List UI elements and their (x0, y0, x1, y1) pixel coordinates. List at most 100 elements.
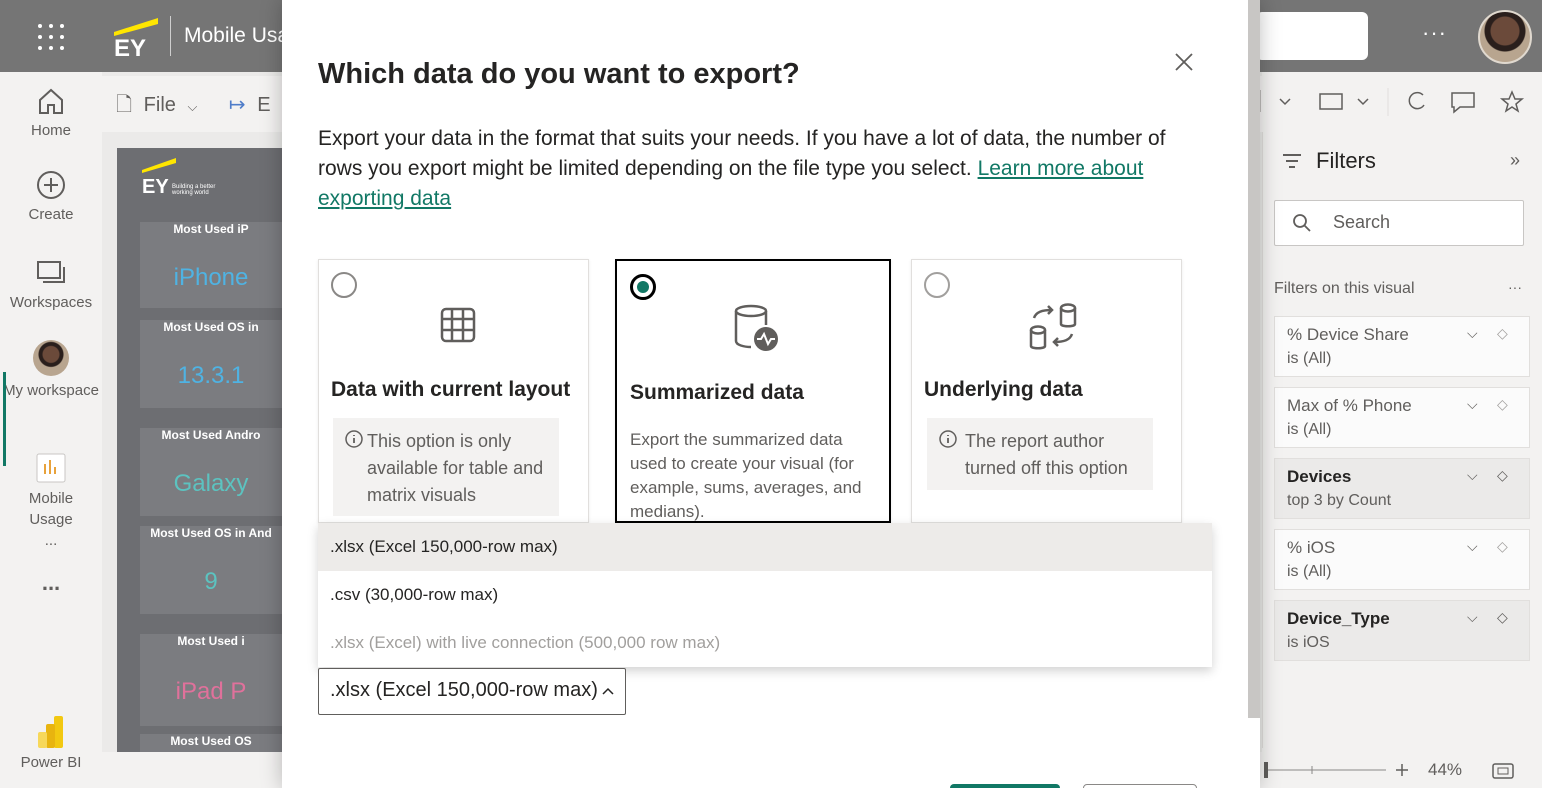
chevron-down-icon[interactable]: ⌵ (1467, 609, 1478, 626)
kpi-card-value: Galaxy (173, 470, 249, 497)
info-icon (939, 430, 957, 448)
kpi-card-title: Most Used iP (173, 222, 249, 236)
kpi-card-title: Most Used OS in And (150, 526, 272, 540)
export-menu-label[interactable]: E (257, 94, 270, 116)
filter-name: Max of % Phone (1287, 396, 1412, 415)
filter-icon (1283, 154, 1301, 168)
filter-value: is (All) (1287, 563, 1332, 580)
cancel-button[interactable] (1083, 784, 1197, 788)
kpi-card-value: iPad P (175, 678, 247, 705)
filter-card[interactable]: % iOS is (All) ⌵ ◇ (1274, 529, 1530, 590)
option-note: The report author turned off this option (927, 418, 1153, 490)
nav-create[interactable]: Create (0, 170, 102, 223)
format-option-xlsx[interactable]: .xlsx (Excel 150,000-row max) (318, 523, 1212, 571)
nav-mobile-usage[interactable]: Mobile Usage ... (0, 452, 102, 551)
nav-home[interactable]: Home (0, 86, 102, 139)
database-activity-icon (734, 304, 778, 351)
kpi-card[interactable]: Most Used OS in And 9 (140, 526, 282, 614)
dialog-scrollbar[interactable] (1248, 0, 1260, 718)
radio-underlying (924, 272, 950, 298)
option-current-layout[interactable]: Data with current layout This option is … (318, 259, 589, 523)
filter-card[interactable]: % Device Share is (All) ⌵ ◇ (1274, 316, 1530, 377)
filters-section-label: Filters on this visual (1274, 280, 1415, 297)
section-more-icon[interactable]: ··· (1508, 279, 1522, 295)
home-icon (39, 88, 63, 114)
filter-value: is (All) (1287, 350, 1332, 367)
option-note: This option is only available for table … (333, 418, 559, 516)
filter-name: % iOS (1287, 538, 1336, 557)
format-option-csv[interactable]: .csv (30,000-row max) (318, 571, 1212, 619)
filters-title: Filters (1316, 148, 1376, 173)
collapse-pane-icon[interactable]: » (1510, 150, 1520, 171)
radio-summarized[interactable] (630, 274, 656, 300)
format-dropdown-list: .xlsx (Excel 150,000-row max) .csv (30,0… (318, 523, 1212, 667)
filter-card[interactable]: Devices top 3 by Count ⌵ ◇ (1274, 458, 1530, 519)
export-button[interactable] (950, 784, 1060, 788)
power-bi-logo-icon (38, 716, 63, 748)
export-icon: ↦ (228, 94, 246, 116)
clear-filter-icon[interactable]: ◇ (1497, 467, 1508, 484)
kpi-card-title: Most Used i (177, 634, 245, 648)
chevron-up-icon[interactable] (601, 686, 615, 696)
data-transfer-icon (1029, 303, 1077, 350)
chevron-down-icon[interactable]: ⌵ (1467, 467, 1478, 484)
fit-to-page-icon[interactable] (1492, 762, 1514, 780)
report-icon (36, 453, 66, 483)
clear-filter-icon[interactable]: ◇ (1497, 609, 1508, 626)
nav-my-workspace[interactable]: My workspace (0, 340, 102, 401)
clear-filter-icon[interactable]: ◇ (1497, 538, 1508, 555)
nav-workspaces[interactable]: Workspaces (0, 258, 102, 311)
filter-value: top 3 by Count (1287, 492, 1392, 509)
app-title[interactable]: Mobile Usa (184, 24, 289, 48)
top-search-box[interactable] (1256, 12, 1368, 60)
kpi-card[interactable]: Most Used OS (140, 734, 282, 752)
close-icon[interactable] (1170, 48, 1198, 76)
option-summarized[interactable]: Summarized data Export the summarized da… (615, 259, 891, 523)
format-select-value: .xlsx (Excel 150,000-row max) (330, 679, 598, 701)
plus-circle-icon (37, 171, 65, 199)
kpi-card[interactable]: Most Used iP iPhone (140, 222, 282, 308)
kpi-card-title: Most Used Andro (161, 428, 261, 442)
nav-more-icon[interactable]: ... (0, 570, 102, 596)
kpi-card-title: Most Used OS (170, 734, 252, 748)
format-option-live-xlsx: .xlsx (Excel) with live connection (500,… (330, 633, 721, 652)
chevron-down-icon[interactable]: ⌵ (1467, 325, 1478, 342)
kpi-card[interactable]: Most Used OS in 13.3.1 (140, 320, 282, 408)
option-note-text: The report author turned off this option (965, 431, 1128, 478)
zoom-level: 44% (1428, 760, 1463, 779)
filter-card[interactable]: Max of % Phone is (All) ⌵ ◇ (1274, 387, 1530, 448)
svg-text:EY: EY (142, 176, 169, 196)
radio-current-layout[interactable] (331, 272, 357, 298)
kpi-card[interactable]: Most Used Andro Galaxy (140, 428, 282, 516)
zoom-slider[interactable] (1262, 760, 1412, 780)
filter-search-placeholder: Search (1333, 212, 1391, 232)
chevron-down-icon[interactable]: ⌵ (1467, 538, 1478, 555)
info-icon (345, 430, 363, 448)
chevron-down-icon[interactable]: ⌵ (1467, 396, 1478, 413)
nav-workspaces-label: Workspaces (9, 294, 93, 311)
option-underlying[interactable]: Underlying data The report author turned… (911, 259, 1182, 523)
filter-name: Device_Type (1287, 609, 1390, 628)
file-menu[interactable]: 🗋 File ⌵ ↦ E (116, 90, 271, 124)
nav-power-bi[interactable]: Power BI (0, 714, 102, 771)
kpi-card[interactable]: Most Used i iPad P (140, 634, 282, 726)
option-note-text: This option is only available for table … (367, 431, 544, 505)
filter-value: is (All) (1287, 421, 1332, 438)
ey-report-logo: EY Building a better working world (142, 158, 215, 196)
filter-card[interactable]: Device_Type is iOS ⌵ ◇ (1274, 600, 1530, 661)
kpi-card-value: 13.3.1 (177, 362, 245, 389)
option-title: Summarized data (630, 381, 804, 404)
filter-name: % Device Share (1287, 325, 1409, 344)
filter-name: Devices (1287, 467, 1352, 486)
clear-filter-icon[interactable]: ◇ (1497, 396, 1508, 413)
search-icon (1293, 214, 1311, 232)
file-icon: 🗋 (116, 94, 133, 116)
kpi-card-value: iPhone (173, 264, 249, 291)
more-options-icon[interactable]: ··· (1422, 20, 1447, 46)
filter-value: is iOS (1287, 634, 1330, 651)
nav-create-label: Create (28, 206, 74, 223)
clear-filter-icon[interactable]: ◇ (1497, 325, 1508, 342)
app-launcher-icon[interactable] (38, 24, 64, 50)
user-avatar[interactable] (1478, 10, 1532, 64)
right-toolbar-icons (1259, 88, 1525, 116)
